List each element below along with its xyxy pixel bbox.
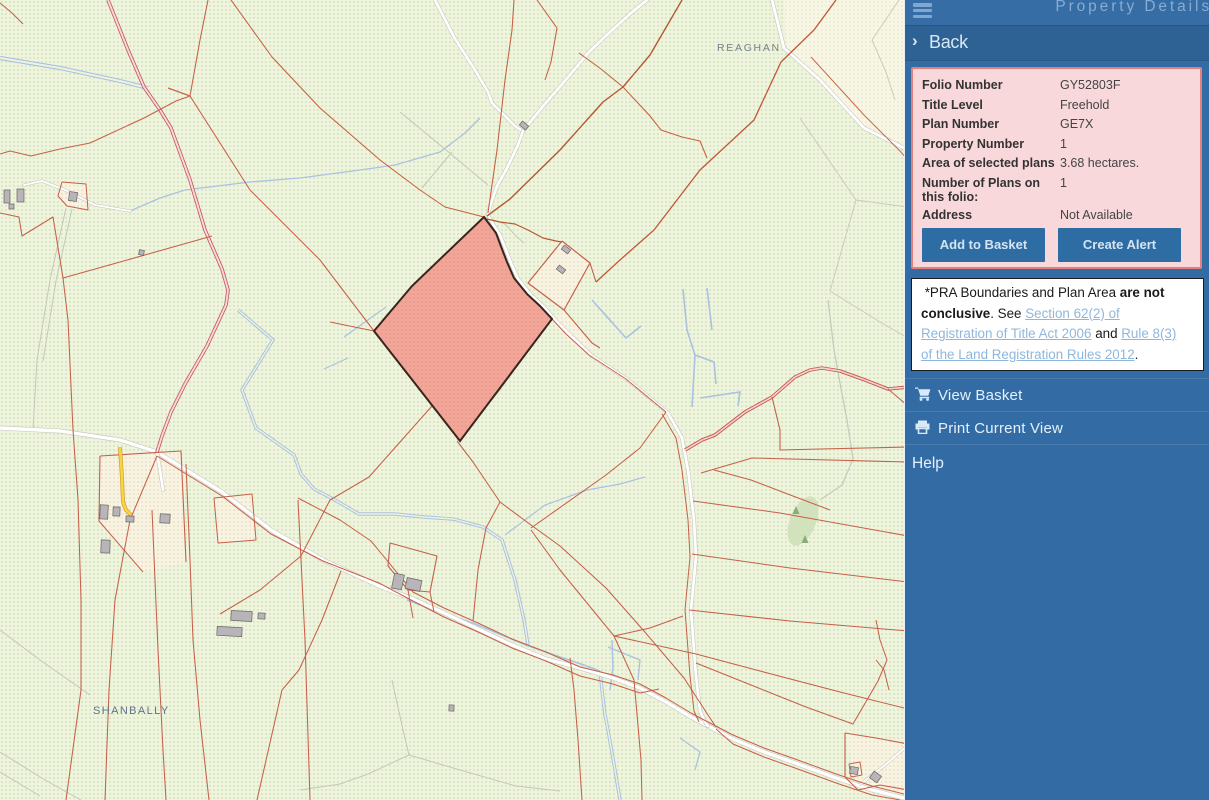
svg-text:REAGHAN: REAGHAN xyxy=(717,42,781,54)
svg-text:SHANBALLY: SHANBALLY xyxy=(93,705,170,717)
